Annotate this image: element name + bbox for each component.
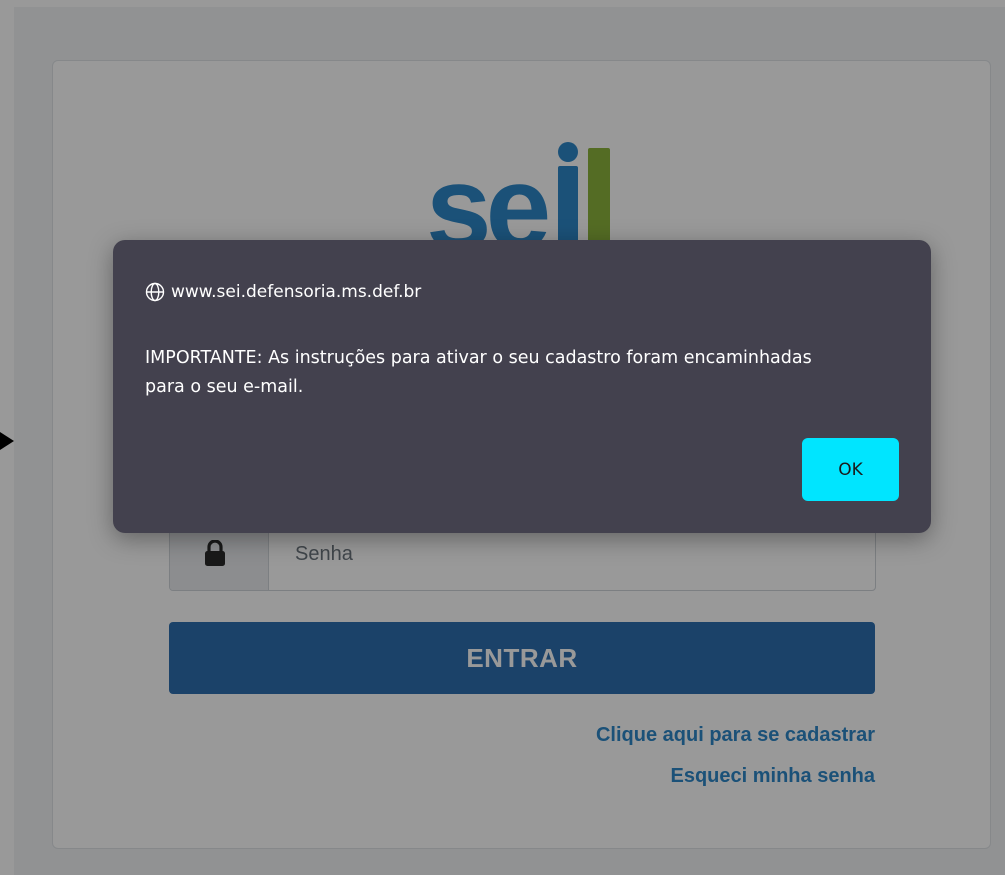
dialog-origin-text: www.sei.defensoria.ms.def.br: [171, 282, 422, 302]
dialog-message: IMPORTANTE: As instruções para ativar o …: [145, 348, 812, 397]
globe-icon: [145, 282, 165, 302]
arrow-right-icon: [0, 432, 14, 450]
alert-dialog: www.sei.defensoria.ms.def.br IMPORTANTE:…: [113, 240, 931, 533]
dialog-origin: www.sei.defensoria.ms.def.br: [145, 280, 421, 304]
ok-button[interactable]: OK: [802, 438, 899, 501]
